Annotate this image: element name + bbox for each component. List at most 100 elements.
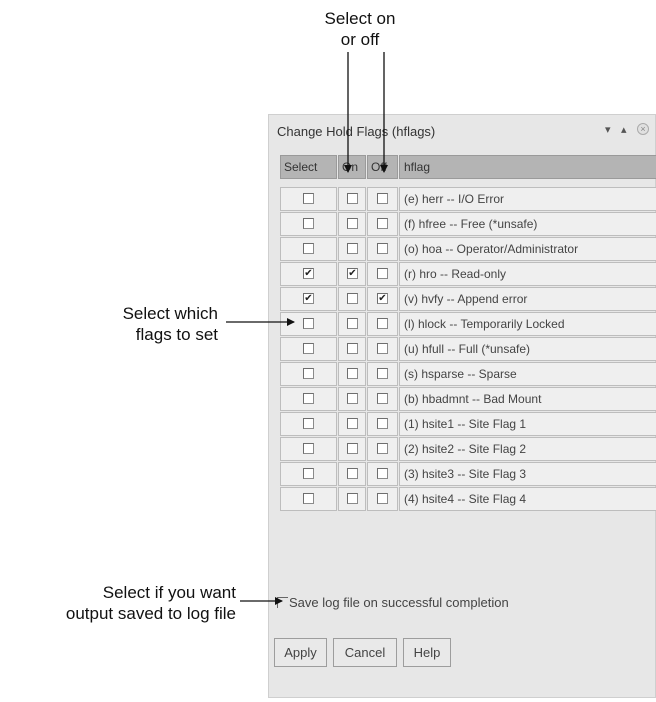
off-checkbox[interactable] [377,443,388,454]
select-checkbox[interactable] [303,368,314,379]
callout-select-flags: Select which flags to set [40,303,218,345]
save-log-label: Save log file on successful completion [289,595,509,610]
cancel-button[interactable]: Cancel [333,638,397,667]
select-checkbox[interactable]: ✔ [303,293,314,304]
help-button[interactable]: Help [403,638,451,667]
off-cell [367,487,398,511]
on-cell [338,487,366,511]
select-checkbox[interactable] [303,318,314,329]
select-checkbox[interactable] [303,493,314,504]
hflag-cell: (1) hsite1 -- Site Flag 1 [399,412,656,436]
select-checkbox[interactable]: ✔ [303,268,314,279]
hflag-label: (u) hfull -- Full (*unsafe) [404,342,531,356]
hflag-cell: (s) hsparse -- Sparse [399,362,656,386]
on-checkbox[interactable] [347,468,358,479]
off-checkbox[interactable] [377,493,388,504]
off-checkbox[interactable] [377,318,388,329]
on-cell [338,462,366,486]
on-cell [338,212,366,236]
off-checkbox[interactable] [377,218,388,229]
hflag-label: (v) hvfy -- Append error [404,292,528,306]
off-checkbox[interactable] [377,193,388,204]
on-cell [338,412,366,436]
table-row: (s) hsparse -- Sparse [280,362,656,386]
off-checkbox[interactable] [377,368,388,379]
save-log-checkbox[interactable] [277,597,288,608]
callout-text: Select if you want [102,583,236,602]
hflag-cell: (e) herr -- I/O Error [399,187,656,211]
collapse-icon[interactable]: ▾ [605,123,611,136]
on-checkbox[interactable] [347,393,358,404]
select-cell [280,337,337,361]
off-cell [367,387,398,411]
table-row: (b) hbadmnt -- Bad Mount [280,387,656,411]
on-checkbox[interactable] [347,493,358,504]
select-cell [280,437,337,461]
select-cell [280,312,337,336]
select-cell [280,237,337,261]
on-cell [338,287,366,311]
hflag-label: (r) hro -- Read-only [404,267,507,281]
table-row: ✔ ✔ (v) hvfy -- Append error [280,287,656,311]
on-checkbox[interactable] [347,243,358,254]
select-checkbox[interactable] [303,468,314,479]
select-cell [280,362,337,386]
select-checkbox[interactable] [303,443,314,454]
column-header-off: Off [367,155,398,179]
column-header-select: Select [280,155,337,179]
hflag-label: (f) hfree -- Free (*unsafe) [404,217,538,231]
off-checkbox[interactable]: ✔ [377,293,388,304]
column-header-on: On [338,155,366,179]
on-checkbox[interactable] [347,193,358,204]
off-checkbox[interactable] [377,343,388,354]
expand-icon[interactable]: ▴ [621,123,627,136]
select-checkbox[interactable] [303,343,314,354]
on-checkbox[interactable] [347,368,358,379]
table-row: (2) hsite2 -- Site Flag 2 [280,437,656,461]
callout-text: or off [340,30,380,49]
off-checkbox[interactable] [377,243,388,254]
off-cell [367,212,398,236]
select-cell [280,212,337,236]
on-checkbox[interactable] [347,293,358,304]
off-cell [367,187,398,211]
off-checkbox[interactable] [377,268,388,279]
table-row: (1) hsite1 -- Site Flag 1 [280,412,656,436]
off-checkbox[interactable] [377,468,388,479]
panel-title-bar: Change Hold Flags (hflags) ▾ ▴ × [269,115,655,149]
on-checkbox[interactable]: ✔ [347,268,358,279]
table-row: (o) hoa -- Operator/Administrator [280,237,656,261]
hflag-cell: (l) hlock -- Temporarily Locked [399,312,656,336]
on-cell: ✔ [338,262,366,286]
off-cell [367,337,398,361]
off-cell [367,262,398,286]
on-checkbox[interactable] [347,343,358,354]
off-cell [367,312,398,336]
on-cell [338,337,366,361]
off-cell [367,362,398,386]
select-checkbox[interactable] [303,193,314,204]
select-checkbox[interactable] [303,393,314,404]
apply-button[interactable]: Apply [274,638,327,667]
select-checkbox[interactable] [303,218,314,229]
hflag-label: (b) hbadmnt -- Bad Mount [404,392,542,406]
on-checkbox[interactable] [347,443,358,454]
close-icon[interactable]: × [637,123,649,135]
on-checkbox[interactable] [347,218,358,229]
hflag-cell: (2) hsite2 -- Site Flag 2 [399,437,656,461]
off-checkbox[interactable] [377,418,388,429]
column-header-hflag: hflag [399,155,656,179]
column-header-label: hflag [404,160,431,174]
hflag-label: (l) hlock -- Temporarily Locked [404,317,565,331]
on-checkbox[interactable] [347,418,358,429]
on-cell [338,312,366,336]
select-cell [280,412,337,436]
on-checkbox[interactable] [347,318,358,329]
callout-text: Select which [122,304,218,323]
select-checkbox[interactable] [303,243,314,254]
select-cell [280,462,337,486]
on-cell [338,437,366,461]
callout-text: flags to set [135,325,218,344]
select-checkbox[interactable] [303,418,314,429]
off-checkbox[interactable] [377,393,388,404]
